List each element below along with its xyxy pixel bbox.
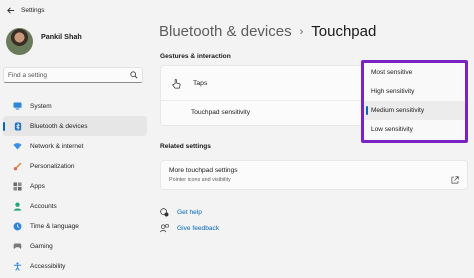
sidebar-item-label: Bluetooth & devices [30, 122, 88, 130]
monitor-icon [13, 102, 22, 111]
sidebar-item-system[interactable]: System [3, 96, 147, 116]
bluetooth-icon [13, 121, 22, 131]
title-bar: Settings [0, 0, 474, 20]
option-high-sensitivity[interactable]: High sensitivity [364, 82, 465, 101]
section-label-gestures: Gestures & interaction [160, 53, 231, 60]
sidebar-item-time-language[interactable]: Time & language [3, 216, 147, 236]
brush-icon [13, 162, 22, 171]
sidebar-item-personalization[interactable]: Personalization [3, 156, 147, 176]
sidebar-item-label: Personalization [30, 162, 75, 170]
gamepad-icon [13, 242, 22, 251]
open-external-icon [451, 171, 459, 184]
sidebar-item-bluetooth-devices[interactable]: Bluetooth & devices [3, 116, 147, 136]
sidebar-item-accessibility[interactable]: Accessibility [3, 256, 147, 276]
sidebar-item-apps[interactable]: Apps [3, 176, 147, 196]
profile-name: Pankil Shah [41, 32, 82, 41]
give-feedback-label: Give feedback [177, 225, 220, 232]
person-icon [13, 202, 22, 211]
sidebar-nav: System Bluetooth & devices Network & int… [0, 96, 150, 276]
sidebar-item-accounts[interactable]: Accounts [3, 196, 147, 216]
page-title: Touchpad [311, 23, 377, 40]
taps-label: Taps [193, 79, 208, 87]
apps-icon [13, 181, 22, 191]
sidebar-item-label: Time & language [30, 222, 79, 230]
breadcrumb-separator: › [299, 25, 304, 38]
section-label-related: Related settings [160, 143, 211, 150]
sidebar-item-network-internet[interactable]: Network & internet [3, 136, 147, 156]
avatar [6, 28, 33, 55]
tap-hand-icon [171, 78, 182, 89]
help-icon [160, 208, 169, 217]
get-help-link[interactable]: Get help [160, 208, 202, 217]
sidebar-item-label: Apps [30, 182, 45, 190]
globe-clock-icon [13, 222, 22, 231]
option-low-sensitivity[interactable]: Low sensitivity [364, 120, 465, 139]
back-arrow-icon[interactable] [6, 5, 16, 15]
breadcrumb-parent[interactable]: Bluetooth & devices [159, 23, 292, 40]
more-touchpad-settings-subtitle: Pointer icons and visibility [169, 177, 231, 183]
sidebar-item-gaming[interactable]: Gaming [3, 236, 147, 256]
sidebar-item-label: Accounts [30, 202, 57, 210]
feedback-icon [160, 224, 169, 233]
give-feedback-link[interactable]: Give feedback [160, 224, 219, 233]
option-medium-sensitivity[interactable]: Medium sensitivity [364, 101, 465, 120]
window-title: Settings [21, 6, 45, 14]
touchpad-sensitivity-label: Touchpad sensitivity [191, 109, 251, 116]
sensitivity-dropdown-list[interactable]: Most sensitive High sensitivity Medium s… [361, 60, 468, 143]
more-touchpad-settings-title: More touchpad settings [169, 167, 238, 174]
more-touchpad-settings-card[interactable]: More touchpad settings Pointer icons and… [160, 160, 468, 190]
wifi-icon [13, 142, 22, 151]
search-box[interactable] [3, 67, 143, 83]
sidebar-item-label: System [30, 102, 52, 110]
sidebar-item-label: Accessibility [30, 262, 66, 270]
option-most-sensitive[interactable]: Most sensitive [364, 63, 465, 82]
sidebar-item-label: Network & internet [30, 142, 84, 150]
user-profile[interactable]: Pankil Shah [6, 28, 82, 55]
search-input[interactable] [8, 71, 130, 79]
sidebar: Pankil Shah System Bluetooth & devices N… [0, 20, 150, 278]
accessibility-icon [13, 261, 22, 271]
get-help-label: Get help [177, 209, 202, 216]
breadcrumb: Bluetooth & devices › Touchpad [159, 23, 376, 40]
sidebar-item-label: Gaming [30, 242, 53, 250]
search-icon[interactable] [130, 71, 138, 79]
